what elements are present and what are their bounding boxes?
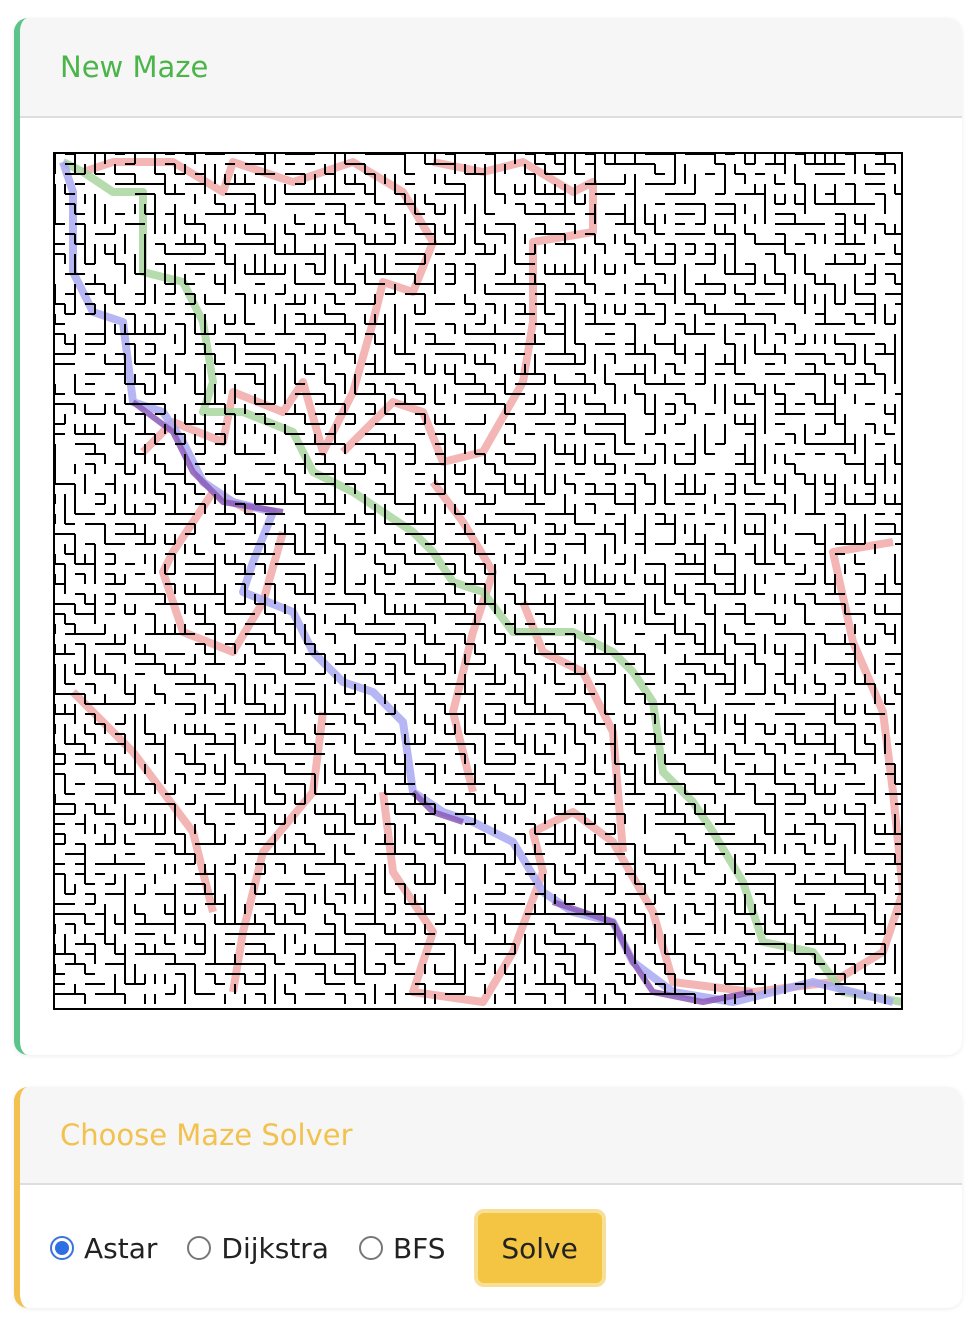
radio-label-astar: Astar: [84, 1231, 158, 1265]
radio-option-bfs[interactable]: BFS: [358, 1231, 446, 1265]
radio-bfs-icon[interactable]: [358, 1236, 383, 1260]
solve-button[interactable]: Solve: [473, 1209, 606, 1287]
radio-label-dijkstra: Dijkstra: [221, 1231, 329, 1265]
radio-option-dijkstra[interactable]: Dijkstra: [187, 1232, 329, 1265]
solver-options: Astar Dijkstra BFS Solve: [50, 1209, 606, 1287]
radio-astar-selected-icon[interactable]: [50, 1236, 74, 1260]
radio-option-astar[interactable]: Astar: [50, 1232, 157, 1265]
maze-image[interactable]: [53, 152, 903, 1010]
solver-card: Choose Maze Solver Astar Dijkstra BFS So…: [14, 1087, 962, 1308]
maze-canvas[interactable]: [53, 152, 903, 1010]
solver-controls: Astar Dijkstra BFS Solve: [20, 1185, 962, 1308]
maze-card: New Maze: [14, 18, 962, 1055]
solver-card-title: Choose Maze Solver: [20, 1087, 962, 1185]
radio-label-bfs: BFS: [392, 1231, 446, 1265]
maze-card-title: New Maze: [20, 18, 962, 118]
radio-dijkstra-icon[interactable]: [187, 1236, 212, 1260]
